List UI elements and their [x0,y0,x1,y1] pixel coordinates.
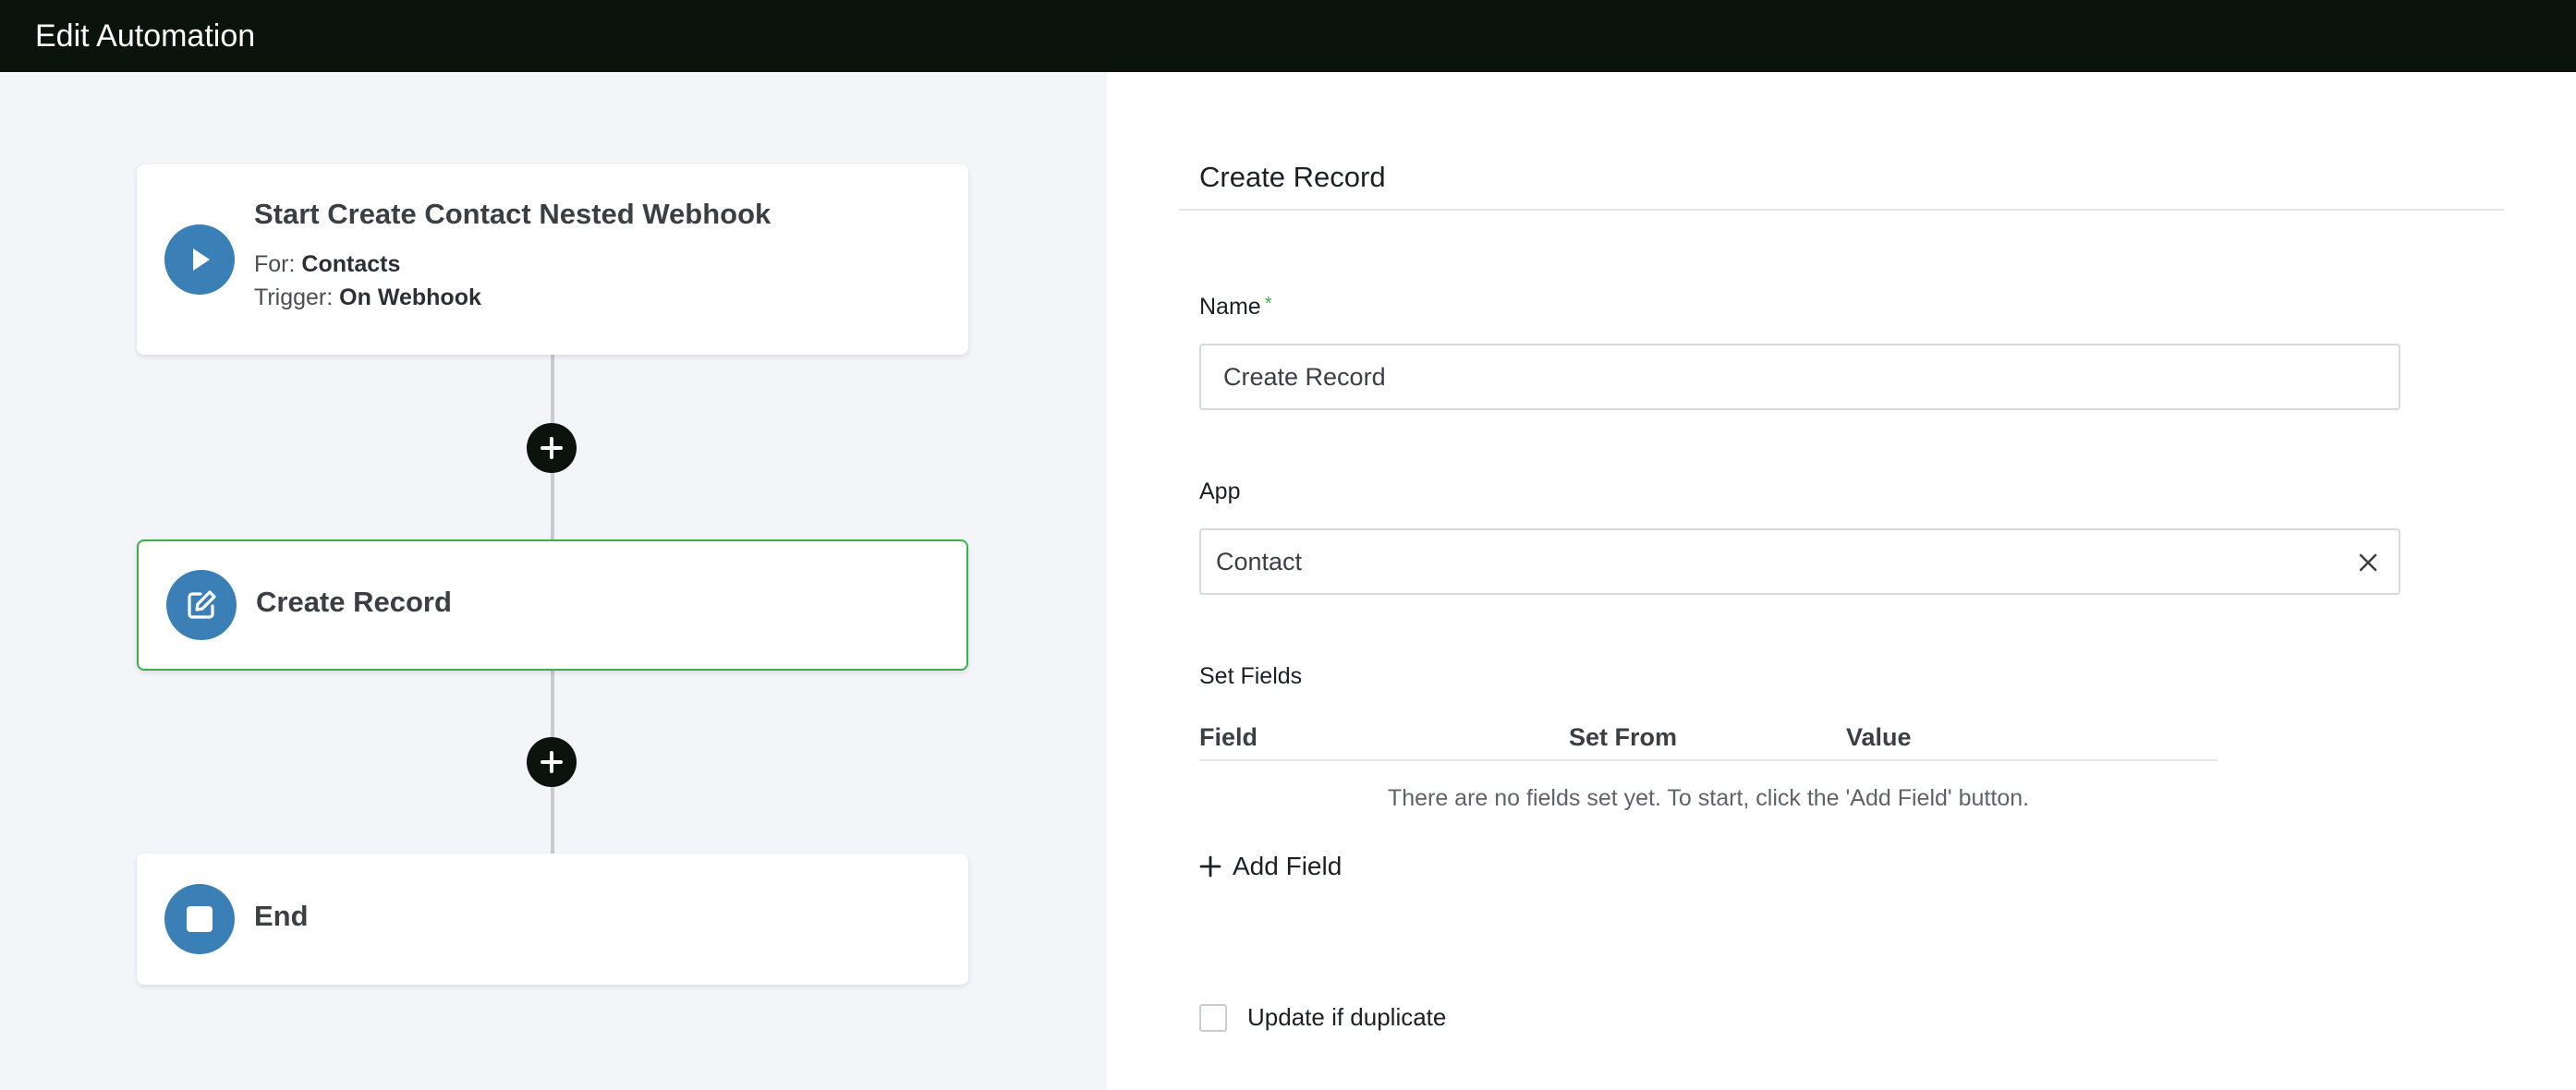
for-label: For: [254,251,296,277]
close-icon[interactable] [2356,551,2380,575]
add-field-label: Add Field [1233,852,1343,880]
column-header-set-from: Set From [1569,723,1678,751]
add-field-button[interactable]: Add Field [1199,852,1342,881]
create-record-step-card[interactable]: Create Record [137,539,968,671]
name-label-text: Name [1199,294,1261,320]
plus-icon [1199,855,1221,878]
start-step-card[interactable]: Start Create Contact Nested Webhook For:… [137,164,968,355]
update-duplicate-option[interactable]: Update if duplicate [1199,1003,1446,1032]
app-label: App [1199,478,1241,504]
workflow-canvas: Start Create Contact Nested Webhook For:… [0,72,1107,1090]
column-header-value: Value [1846,723,1912,751]
required-mark: * [1264,294,1272,314]
top-bar: Edit Automation [0,0,2576,72]
update-duplicate-checkbox[interactable] [1199,1003,1227,1032]
plus-icon [541,437,563,459]
name-field[interactable] [1199,344,2400,410]
for-value: Contacts [301,251,401,277]
create-record-step-title: Create Record [256,586,452,618]
divider [1179,209,2504,211]
trigger-label: Trigger: [254,285,334,310]
divider [1199,759,2218,761]
play-icon [164,224,235,295]
plus-icon [541,751,563,773]
empty-fields-message: There are no fields set yet. To start, c… [1387,785,2030,811]
name-label: Name * [1199,294,1271,321]
page-title: Edit Automation [35,18,256,54]
add-step-button[interactable] [527,737,577,787]
start-step-for: For: Contacts [254,248,771,281]
column-header-field: Field [1199,723,1258,751]
stop-icon [164,884,235,954]
app-select-value: Contact [1216,547,1303,575]
edit-icon [166,570,237,640]
add-step-button[interactable] [527,423,577,473]
start-step-title: Start Create Contact Nested Webhook [254,198,772,230]
set-fields-label: Set Fields [1199,663,1303,689]
update-duplicate-label: Update if duplicate [1247,1003,1447,1031]
end-step-card[interactable]: End [137,854,968,985]
start-step-trigger: Trigger: On Webhook [254,281,771,314]
step-settings-panel: Create Record Name* App Contact Set Fiel… [1107,72,2576,1090]
panel-title: Create Record [1199,161,1386,193]
app-select[interactable]: Contact [1199,528,2400,595]
end-step-title: End [254,900,309,932]
trigger-value: On Webhook [339,285,481,310]
